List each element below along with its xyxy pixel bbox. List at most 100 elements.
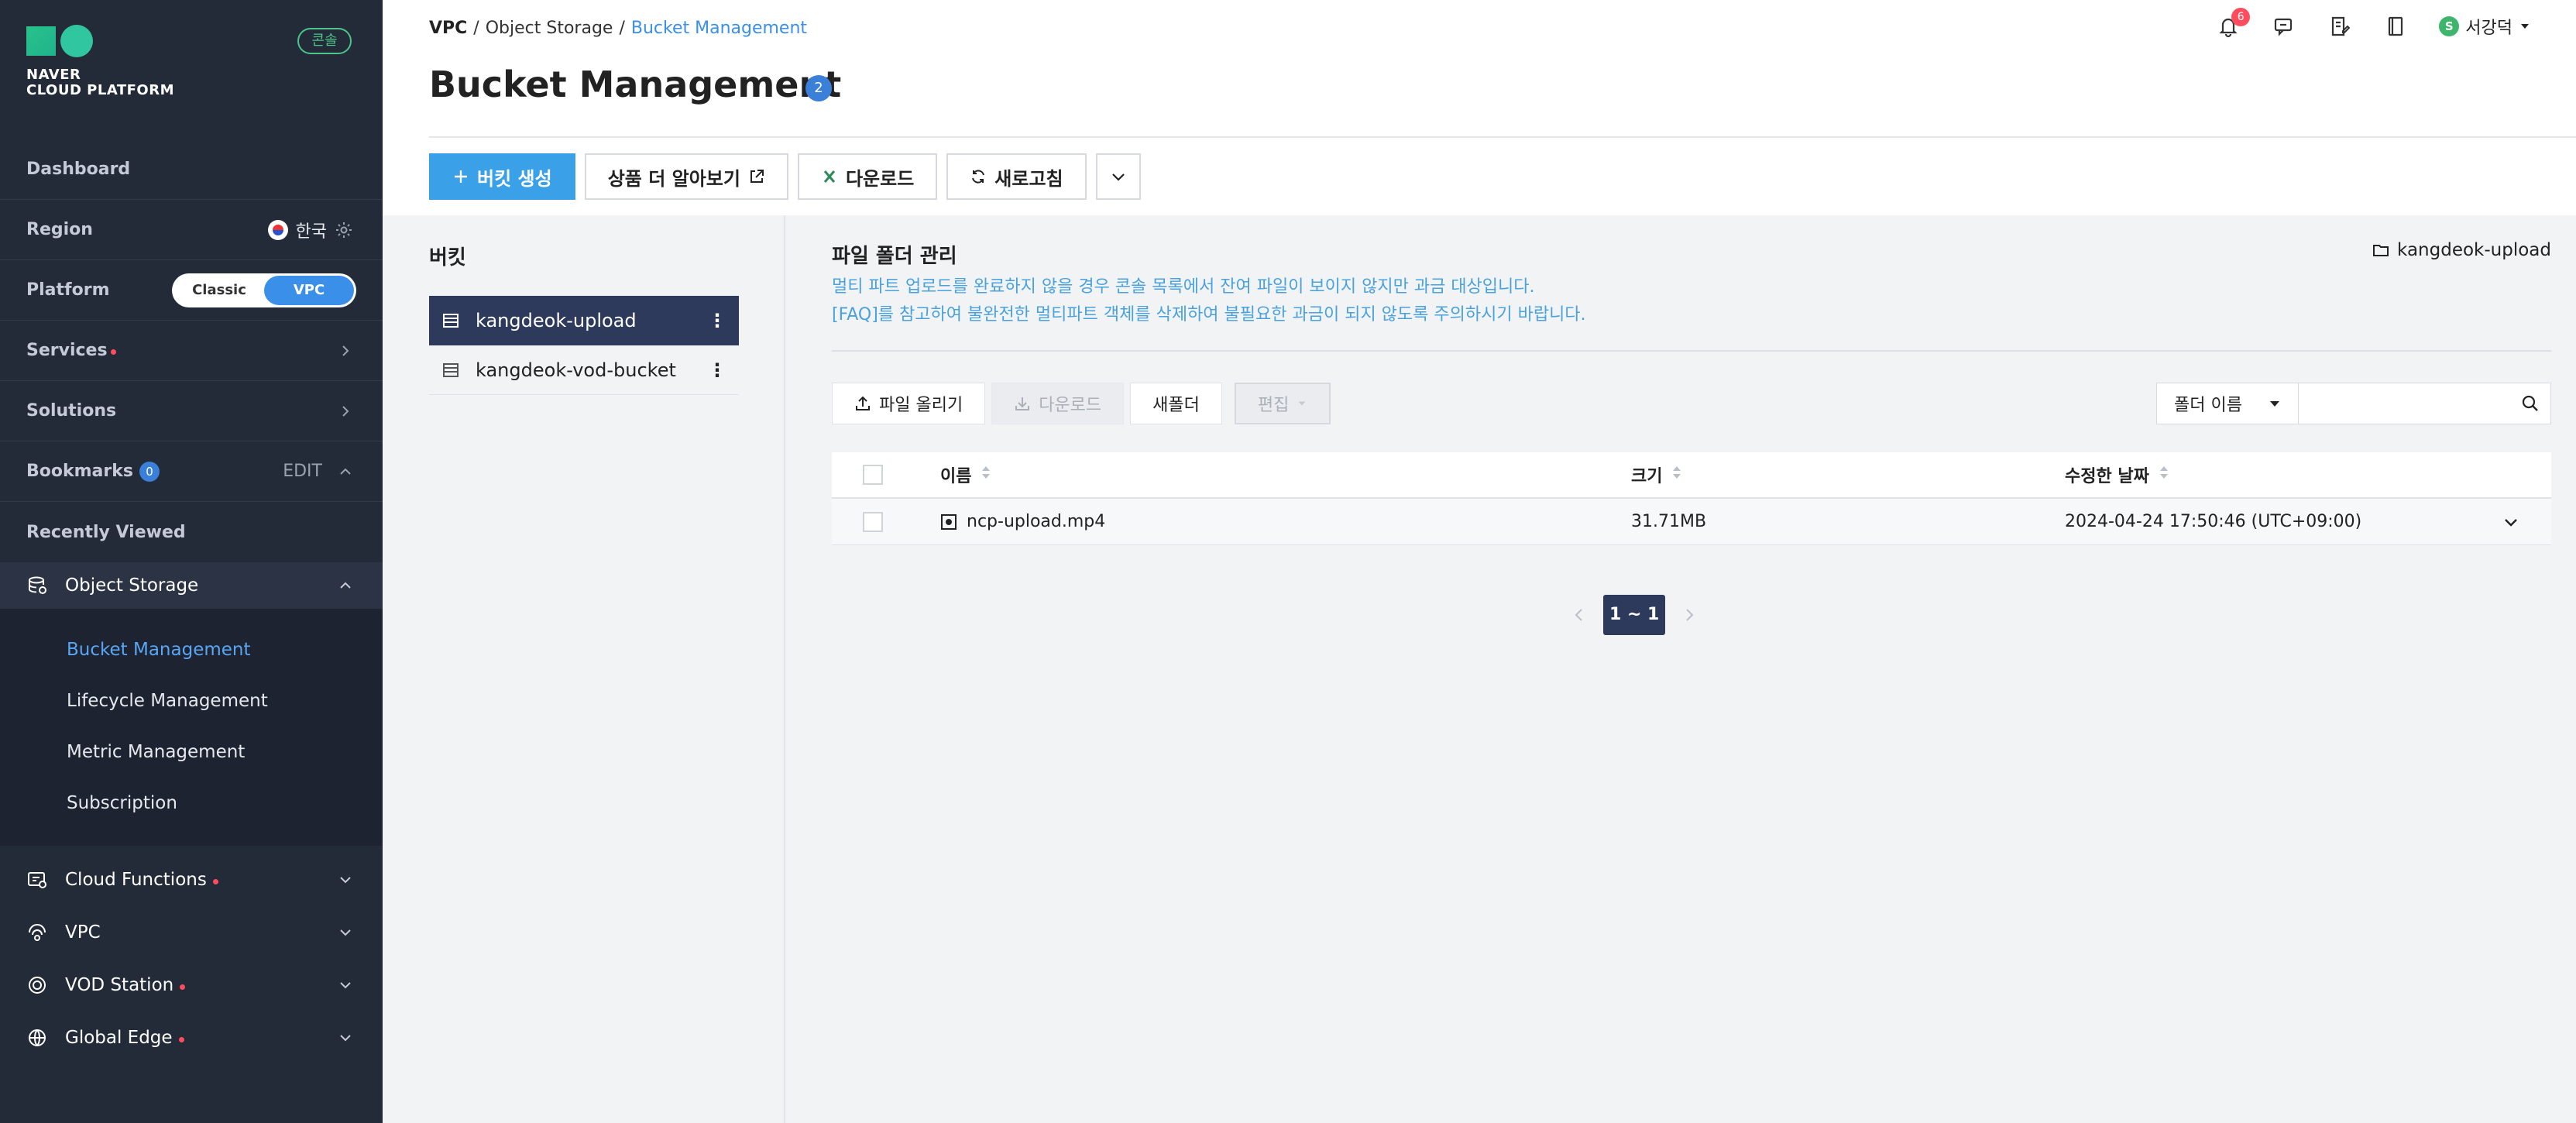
more-options-button[interactable] [1095,153,1141,200]
breadcrumb-object-storage[interactable]: Object Storage [486,19,613,38]
region-value: 한국 [295,222,327,242]
new-folder-label: 새폴더 [1152,396,1200,415]
kebab-menu-icon[interactable]: ⋮ [708,359,726,381]
create-bucket-button[interactable]: 버킷 생성 [429,153,575,200]
submenu-lifecycle-management[interactable]: Lifecycle Management [67,691,268,711]
current-page[interactable]: 1 ~ 1 [1603,595,1666,635]
logo-text-line1: NAVER [26,67,81,83]
breadcrumb-separator: / [473,19,479,38]
bucket-item-kangdeok-upload[interactable]: kangdeok-upload ⋮ [429,296,739,345]
logo-circle-icon [60,25,93,57]
vpc-icon [26,922,48,943]
logo-text-line2: CLOUD PLATFORM [26,82,175,98]
caret-down-icon [1298,401,1306,406]
bucket-icon [443,362,459,377]
bucket-item-kangdeok-vod-bucket[interactable]: kangdeok-vod-bucket ⋮ [429,345,739,395]
note-edit-icon[interactable] [2327,14,2352,39]
download-icon [1015,397,1030,410]
notification-count-badge: 6 [2231,8,2251,26]
chevron-right-icon [338,404,353,419]
submenu-bucket-management[interactable]: Bucket Management [67,640,251,660]
bucket-icon [443,314,459,328]
chevron-down-icon [338,872,353,888]
nav-recently-viewed[interactable]: Recently Viewed [0,502,383,562]
download-file-button[interactable]: 다운로드 [991,383,1125,424]
sort-icon[interactable] [2159,463,2169,486]
nav-dashboard[interactable]: Dashboard [0,139,383,200]
platform-classic-option[interactable]: Classic [174,276,264,305]
sort-icon[interactable] [1671,463,1682,486]
platform-vpc-option[interactable]: VPC [264,275,354,305]
current-path: kangdeok-upload [2372,240,2551,260]
header-divider [429,136,2576,138]
nav-global-edge[interactable]: Global Edge [0,1011,383,1064]
bucket-name: kangdeok-vod-bucket [476,359,676,381]
title-count-badge: 2 [805,75,832,101]
nav-services[interactable]: Services [0,321,383,381]
file-modified: 2024-04-24 17:50:46 (UTC+09:00) [2065,512,2362,531]
column-size[interactable]: 크기 [1631,462,1682,487]
breadcrumb-vpc[interactable]: VPC [429,19,467,38]
bookmarks-edit-button[interactable]: EDIT [283,462,322,481]
chevron-up-icon[interactable] [338,464,353,479]
vod-station-icon [26,974,48,996]
nav-platform-label: Platform [26,280,110,300]
user-menu[interactable]: S 서강덕 [2439,14,2531,39]
search-input-wrapper [2299,383,2551,424]
nav-solutions-label: Solutions [26,401,117,421]
nav-bookmarks[interactable]: Bookmarks 0 EDIT [0,441,383,502]
refresh-button[interactable]: 새로고침 [946,153,1087,200]
create-bucket-label: 버킷 생성 [477,167,552,190]
download-file-label: 다운로드 [1039,396,1102,415]
bell-icon[interactable]: 6 [2216,8,2251,39]
learn-more-button[interactable]: 상품 더 알아보기 [584,153,788,200]
nav-cloud-functions[interactable]: Cloud Functions [0,853,383,906]
edit-dropdown-button[interactable]: 편집 [1234,383,1331,424]
nav-recently-viewed-label: Recently Viewed [26,522,186,542]
file-toolbar: 파일 올리기 다운로드 새폴더 편집 [832,383,1331,424]
nav-solutions[interactable]: Solutions [0,381,383,441]
excel-icon [823,170,836,183]
submenu-metric-management[interactable]: Metric Management [67,742,245,762]
plus-icon [455,170,467,183]
file-table: 이름 크기 수정한 날짜 ncp-upload.mp4 31.71MB 2024… [832,452,2551,545]
search-icon[interactable] [2521,394,2540,413]
download-label: 다운로드 [845,167,915,190]
submenu-subscription[interactable]: Subscription [67,793,177,813]
new-dot-icon [110,349,116,355]
column-name[interactable]: 이름 [940,462,991,487]
row-checkbox[interactable] [863,511,883,532]
region-selector[interactable]: 한국 [267,218,353,242]
upload-file-button[interactable]: 파일 올리기 [832,383,986,424]
file-size: 31.71MB [1631,512,1707,531]
search-field-select[interactable]: 폴더 이름 [2156,383,2299,424]
nav-object-storage[interactable]: Object Storage [0,562,383,609]
chat-icon[interactable] [2272,14,2296,39]
kebab-menu-icon[interactable]: ⋮ [708,310,726,331]
file-name[interactable]: ncp-upload.mp4 [967,512,1105,531]
nav-vpc[interactable]: VPC [0,906,383,959]
console-badge[interactable]: 콘솔 [297,28,352,54]
book-icon[interactable] [2383,14,2408,39]
cell-name: ncp-upload.mp4 [940,512,1105,531]
next-page-icon[interactable] [1681,606,1698,623]
column-modified[interactable]: 수정한 날짜 [2065,462,2169,487]
prev-page-icon[interactable] [1571,606,1588,623]
search-input[interactable] [2299,383,2508,422]
upload-file-label: 파일 올리기 [879,396,963,415]
platform-toggle[interactable]: Classic VPC [172,273,356,307]
learn-more-label: 상품 더 알아보기 [607,167,740,190]
new-folder-button[interactable]: 새폴더 [1130,383,1222,424]
multipart-notice-line2[interactable]: [FAQ]를 참고하여 불완전한 멀티파트 객체를 삭제하여 불필요한 과금이 … [832,300,1586,325]
nav-region-label: Region [26,220,93,239]
chevron-down-icon[interactable] [2502,513,2520,531]
sort-icon[interactable] [981,463,991,486]
select-all-checkbox[interactable] [863,465,883,485]
table-row[interactable]: ncp-upload.mp4 31.71MB 2024-04-24 17:50:… [832,499,2551,545]
gear-icon[interactable] [335,221,353,239]
download-button[interactable]: 다운로드 [797,153,938,200]
nav-vod-station[interactable]: VOD Station [0,959,383,1011]
bookmarks-count-badge: 0 [139,461,160,482]
breadcrumb-current: Bucket Management [630,19,808,38]
refresh-icon [972,170,985,184]
